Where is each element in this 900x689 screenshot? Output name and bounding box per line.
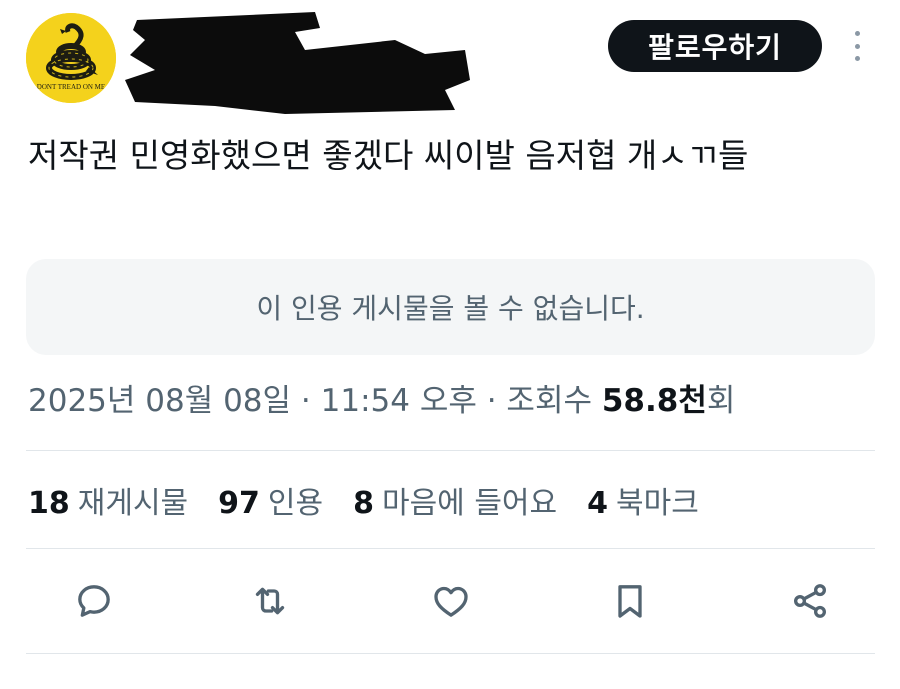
stat-bookmarks[interactable]: 4 북마크: [587, 478, 699, 522]
views-label: 조회수: [506, 383, 602, 419]
tweet-text: 저작권 민영화했으면 좋겠다 씨이발 음저협 개ㅅㄲ들: [28, 136, 749, 175]
stat-reposts[interactable]: 18 재게시물: [28, 478, 188, 522]
avatar[interactable]: DONT TREAD ON ME: [26, 13, 116, 103]
stat-label: 인용: [267, 486, 324, 521]
divider: [26, 450, 875, 451]
share-icon: [794, 584, 826, 618]
stat-label: 북마크: [616, 486, 699, 521]
like-button[interactable]: [427, 577, 475, 625]
bookmark-icon: [618, 585, 642, 618]
meta-separator: ·: [476, 383, 507, 419]
stat-likes[interactable]: 8 마음에 들어요: [353, 478, 557, 522]
repost-button[interactable]: [246, 577, 294, 625]
stat-count: 97: [218, 486, 260, 521]
stat-quotes[interactable]: 97 인용: [218, 478, 323, 522]
gadsden-flag-avatar-icon: DONT TREAD ON ME: [26, 13, 116, 103]
post-date[interactable]: 2025년 08월 08일: [28, 383, 291, 419]
engagement-stats: 18 재게시물 97 인용 8 마음에 들어요 4 북마크: [28, 478, 729, 522]
stat-label: 재게시물: [77, 486, 189, 521]
reply-button[interactable]: [70, 577, 118, 625]
quote-unavailable-text: 이 인용 게시물을 볼 수 없습니다.: [256, 292, 645, 325]
divider: [26, 653, 875, 654]
quoted-post-unavailable: 이 인용 게시물을 볼 수 없습니다.: [26, 259, 875, 355]
views-count[interactable]: 58.8천: [602, 383, 707, 419]
stat-count: 8: [353, 486, 374, 521]
stat-count: 4: [587, 486, 608, 521]
action-bar: [0, 577, 900, 627]
retweet-icon: [255, 587, 285, 615]
avatar-caption: DONT TREAD ON ME: [37, 83, 105, 91]
follow-button[interactable]: 팔로우하기: [608, 20, 822, 72]
bookmark-button[interactable]: [606, 577, 654, 625]
stat-label: 마음에 들어요: [381, 486, 558, 521]
post-time[interactable]: 11:54 오후: [321, 383, 477, 419]
share-button[interactable]: [786, 577, 834, 625]
divider: [26, 548, 875, 549]
redacted-username: [125, 10, 470, 115]
like-icon: [434, 586, 468, 617]
more-vertical-icon[interactable]: [845, 28, 869, 64]
meta-separator: ·: [291, 383, 321, 419]
reply-icon: [78, 585, 110, 617]
post-meta: 2025년 08월 08일 · 11:54 오후 · 조회수 58.8천회: [28, 375, 735, 420]
stat-count: 18: [28, 486, 70, 521]
views-suffix: 회: [706, 383, 736, 419]
